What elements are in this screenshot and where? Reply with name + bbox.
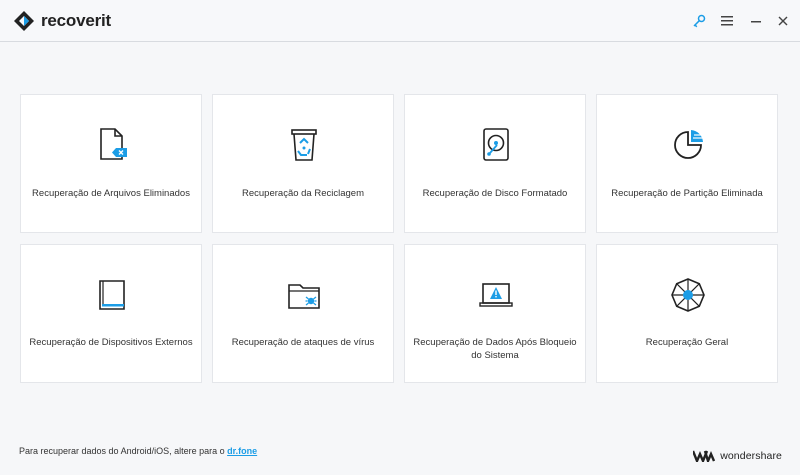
card-formatted-disk[interactable]: Recuperação de Disco Formatado [404, 94, 586, 233]
card-external-devices[interactable]: Recuperação de Dispositivos Externos [20, 244, 202, 383]
card-label: Recuperação de Arquivos Eliminados [32, 188, 190, 199]
wondershare-brand: wondershare [693, 450, 782, 462]
card-label: Recuperação de Dispositivos Externos [29, 337, 193, 348]
card-label: Recuperação de Partição Eliminada [611, 188, 763, 199]
title-bar: recoverit [0, 0, 800, 42]
hamburger-menu-icon[interactable] [719, 13, 735, 29]
key-icon[interactable] [691, 13, 707, 29]
brand-name: wondershare [720, 450, 782, 462]
card-label: Recuperação de Disco Formatado [422, 188, 568, 199]
partition-icon [674, 130, 703, 159]
card-deleted-partition[interactable]: Recuperação de Partição Eliminada [596, 94, 778, 233]
card-system-crash[interactable]: Recuperação de Dados Após Bloqueio do Si… [404, 244, 586, 383]
card-virus-attack[interactable]: Recuperação de ataques de vírus [212, 244, 394, 383]
crashed-system-icon [479, 283, 513, 307]
recycle-bin-icon [291, 129, 317, 161]
footer-text: Para recuperar dados do Android/iOS, alt… [19, 446, 228, 456]
card-label: Recuperação Geral [645, 337, 729, 348]
external-device-icon [99, 280, 125, 310]
card-label: Recuperação de ataques de vírus [231, 337, 375, 348]
card-label: Recuperação da Reciclagem [242, 188, 364, 199]
all-around-recovery-icon [671, 278, 705, 312]
card-general-recovery[interactable]: Recuperação Geral [596, 244, 778, 383]
card-label: Recuperação de Dados Após Bloqueio do Si… [413, 337, 577, 361]
deleted-file-icon [100, 128, 127, 160]
card-recycle-bin[interactable]: Recuperação da Reciclagem [212, 94, 394, 233]
recoverit-logo-icon [14, 11, 34, 31]
app-logo: recoverit [13, 10, 111, 32]
app-name: recoverit [41, 11, 112, 30]
wondershare-logo-icon [693, 450, 716, 462]
minimize-icon[interactable] [748, 13, 764, 29]
formatted-disk-icon [483, 128, 509, 161]
drfone-link[interactable]: dr.fone [227, 446, 257, 456]
close-icon[interactable] [775, 13, 791, 29]
footer-note: Para recuperar dados do Android/iOS, alt… [19, 446, 257, 456]
virus-folder-icon [288, 284, 320, 309]
card-deleted-files[interactable]: Recuperação de Arquivos Eliminados [20, 94, 202, 233]
